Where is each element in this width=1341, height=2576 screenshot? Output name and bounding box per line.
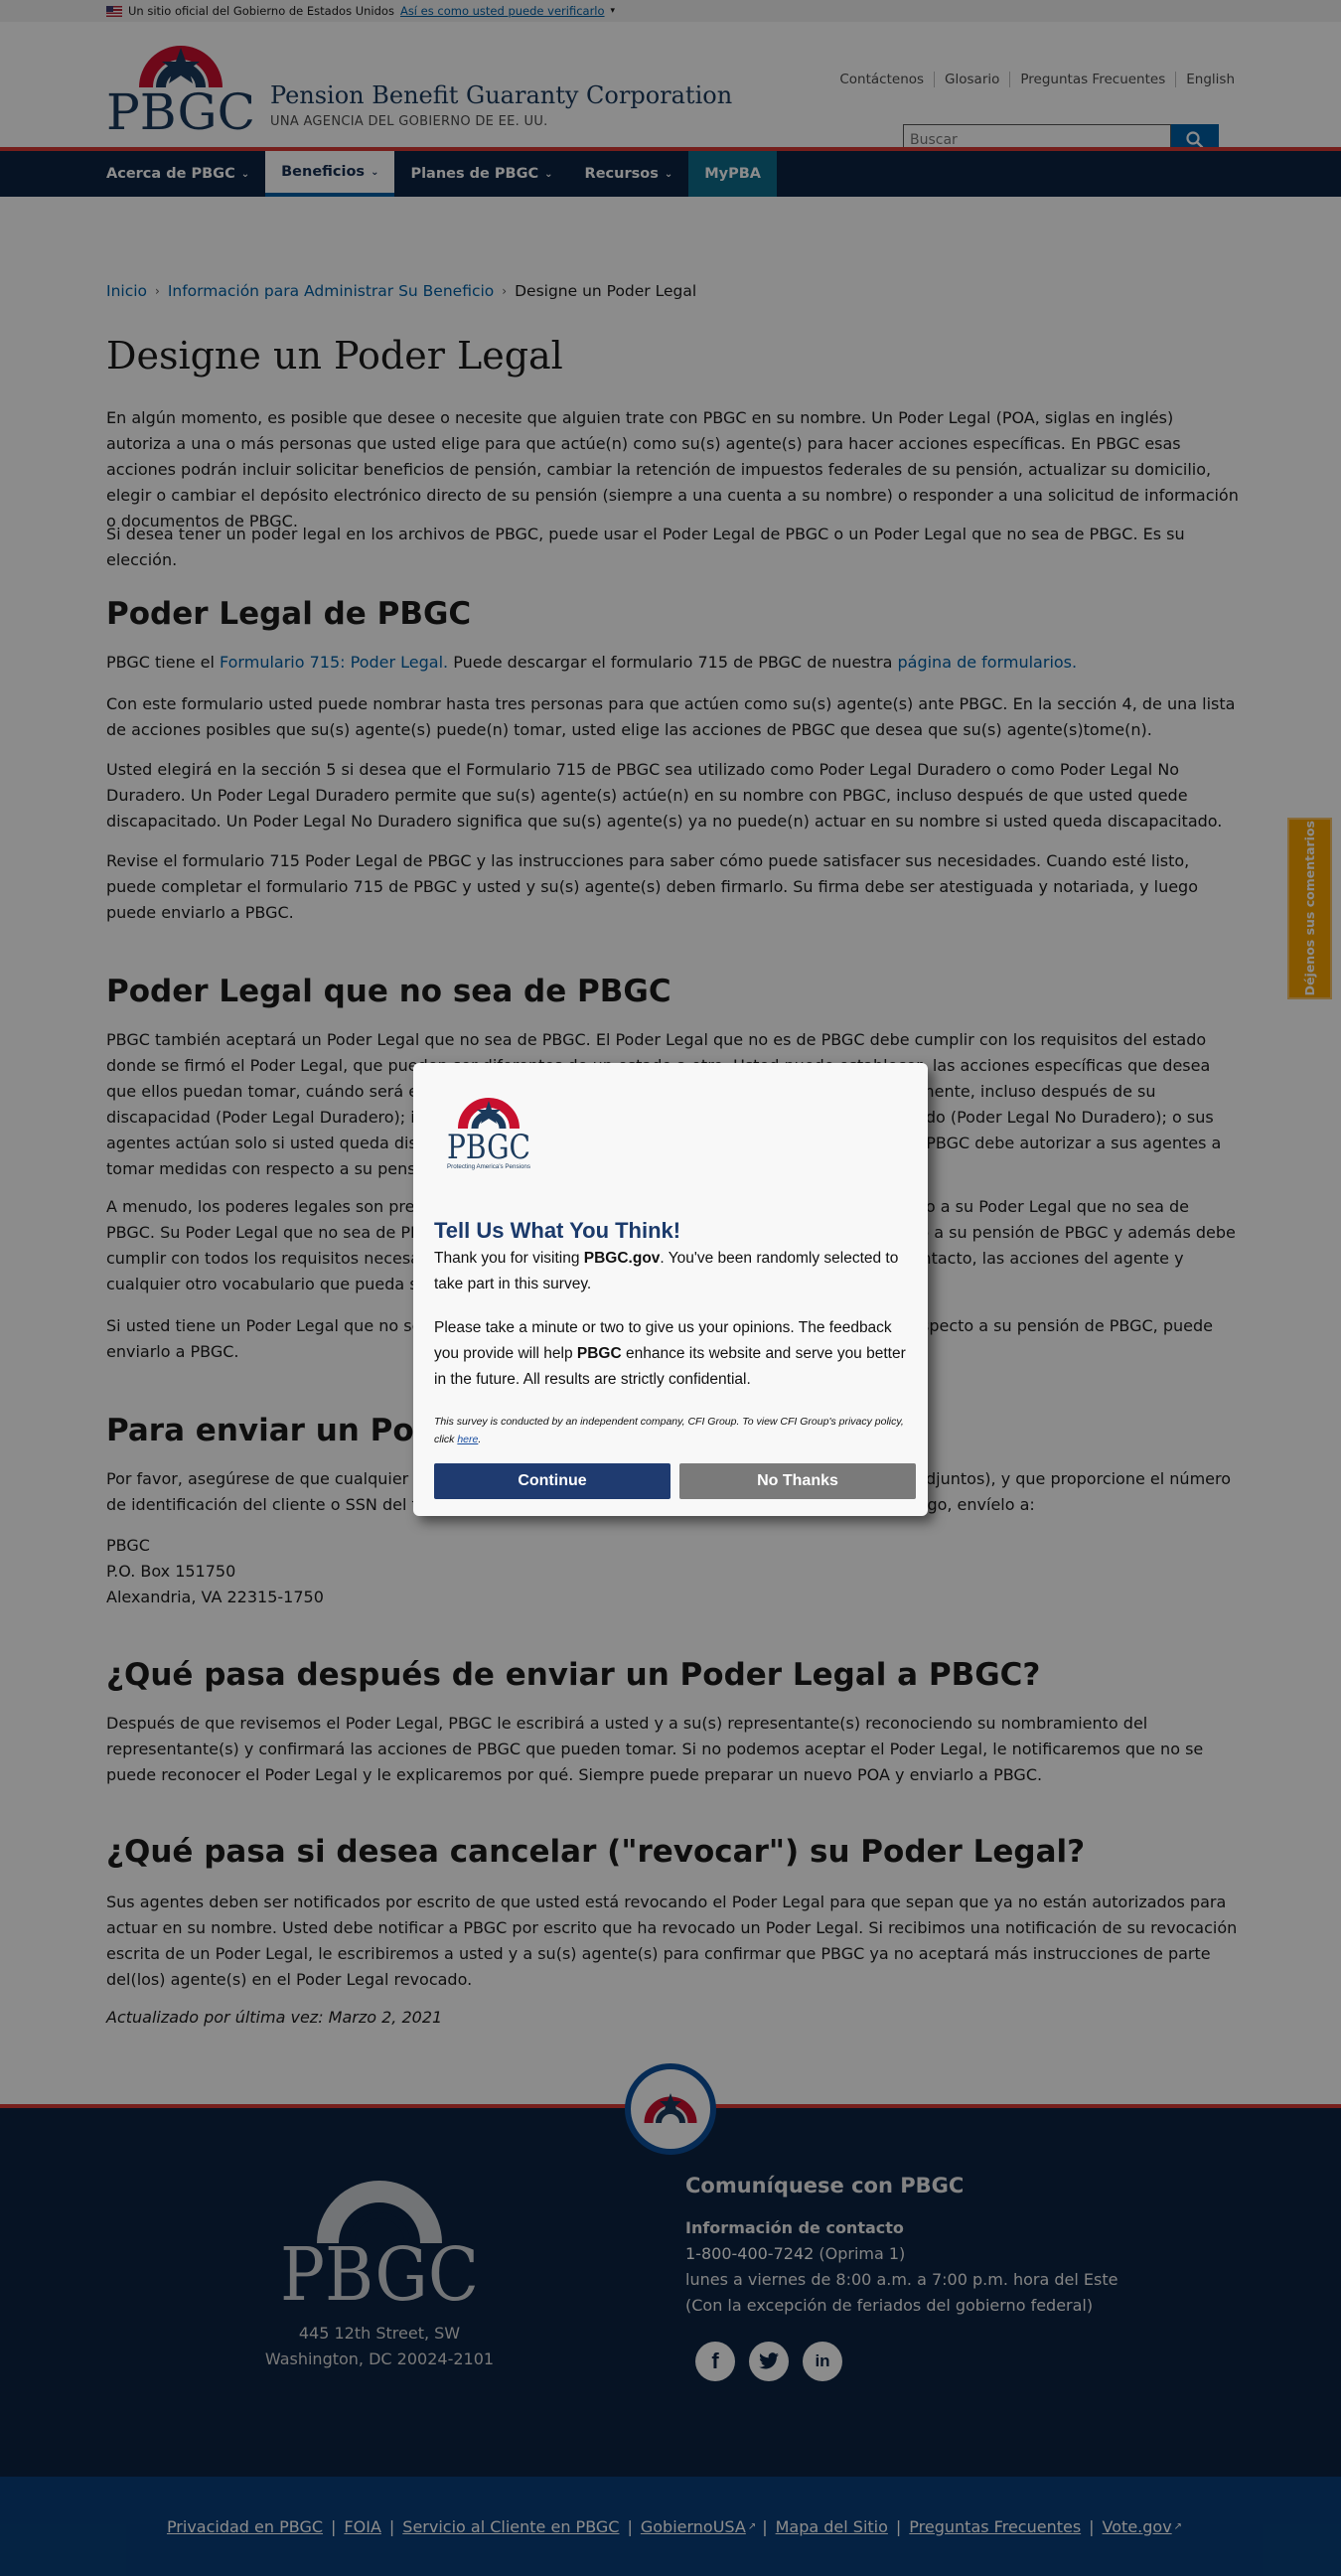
privacy-policy-link[interactable]: here <box>457 1434 478 1445</box>
svg-text:Protecting America's Pensions: Protecting America's Pensions <box>447 1163 531 1170</box>
modal-disclaimer: This survey is conducted by an independe… <box>434 1416 904 1445</box>
modal-title: Tell Us What You Think! <box>434 1218 681 1243</box>
no-thanks-button[interactable]: No Thanks <box>679 1463 916 1499</box>
continue-button[interactable]: Continue <box>434 1463 670 1499</box>
survey-modal: PBGC Protecting America's Pensions Tell … <box>413 1063 928 1516</box>
modal-pbgc-logo: PBGC Protecting America's Pensions <box>447 1098 531 1170</box>
svg-text:PBGC: PBGC <box>447 1128 530 1167</box>
modal-body: Please take a minute or two to give us y… <box>434 1319 906 1388</box>
modal-intro: Thank you for visiting PBGC.gov. You've … <box>434 1250 899 1292</box>
